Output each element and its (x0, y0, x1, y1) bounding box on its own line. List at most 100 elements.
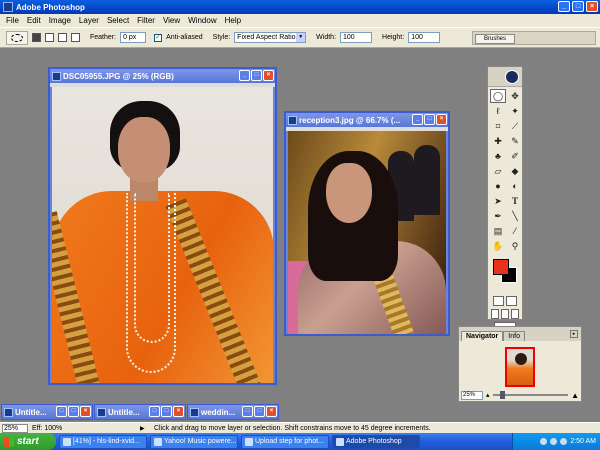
status-menu-arrow-icon[interactable]: ▶ (140, 425, 148, 432)
doc-restore-button[interactable]: □ (56, 406, 67, 417)
antialias-checkbox[interactable]: ✓ (154, 33, 163, 42)
tray-network-icon[interactable] (540, 438, 548, 445)
menu-select[interactable]: Select (103, 16, 133, 25)
quick-mask-mode-icon[interactable] (506, 296, 517, 306)
tray-messenger-icon[interactable] (560, 438, 568, 445)
elliptical-marquee-tool-icon[interactable]: ◯ (490, 89, 506, 103)
subtract-selection-icon[interactable] (58, 33, 67, 42)
zoom-slider[interactable] (492, 391, 569, 399)
windows-flag-icon (4, 436, 14, 447)
tray-clock[interactable]: 2:50 AM (570, 438, 596, 445)
path-selection-tool-icon[interactable]: ➤ (490, 194, 506, 208)
brushes-tab[interactable]: Brushes (475, 34, 515, 44)
zoom-out-icon[interactable]: ▴ (486, 391, 490, 399)
history-brush-tool-icon[interactable]: ✐ (507, 149, 523, 163)
pen-tool-icon[interactable]: ✒ (490, 209, 506, 223)
navigator-zoom-input[interactable]: 25% (461, 390, 483, 400)
doc-maximize-button[interactable]: □ (251, 70, 262, 81)
healing-brush-tool-icon[interactable]: ✚ (490, 134, 506, 148)
magic-wand-tool-icon[interactable]: ✦ (507, 104, 523, 118)
hand-tool-icon[interactable]: ✋ (490, 239, 506, 253)
close-button[interactable]: × (586, 1, 598, 12)
document-window-dsc05955[interactable]: DSC05955.JPG @ 25% (RGB) _ □ × (48, 67, 277, 385)
menu-edit[interactable]: Edit (23, 16, 45, 25)
dodge-tool-icon[interactable]: ◐ (507, 179, 523, 193)
minimize-button[interactable]: _ (558, 1, 570, 12)
doc-minimize-button[interactable]: _ (239, 70, 250, 81)
menu-image[interactable]: Image (45, 16, 75, 25)
line-tool-icon[interactable]: ╲ (507, 209, 523, 223)
doc-close-button[interactable]: × (80, 406, 91, 417)
doc-minimize-button[interactable]: _ (412, 114, 423, 125)
document-title-bar[interactable]: DSC05955.JPG @ 25% (RGB) _ □ × (50, 69, 275, 83)
taskbar-item-photoshop[interactable]: Adobe Photoshop (332, 434, 420, 449)
maximize-button[interactable]: □ (572, 1, 584, 12)
photo-canvas-reception[interactable] (288, 131, 446, 334)
tray-volume-icon[interactable] (550, 438, 558, 445)
clone-stamp-tool-icon[interactable]: ♣ (490, 149, 506, 163)
zoom-slider-handle[interactable] (500, 391, 506, 399)
move-tool-icon[interactable]: ✥ (507, 89, 523, 103)
width-input[interactable]: 100 (340, 32, 373, 43)
menu-layer[interactable]: Layer (75, 16, 103, 25)
crop-tool-icon[interactable]: ⌗ (490, 119, 506, 133)
doc-maximize-button[interactable]: □ (161, 406, 172, 417)
eraser-tool-icon[interactable]: ▱ (490, 164, 506, 178)
doc-restore-button[interactable]: □ (242, 406, 253, 417)
lasso-tool-icon[interactable]: ℓ (490, 104, 506, 118)
photoshop-eye-icon[interactable] (505, 70, 519, 84)
zoom-tool-icon[interactable]: ⚲ (507, 239, 523, 253)
doc-close-button[interactable]: × (266, 406, 277, 417)
tab-navigator[interactable]: Navigator (461, 331, 504, 341)
doc-close-button[interactable]: × (263, 70, 274, 81)
doc-close-button[interactable]: × (173, 406, 184, 417)
start-button[interactable]: start (0, 433, 56, 450)
photo-canvas-woman-orange-saree[interactable] (52, 87, 273, 383)
menu-help[interactable]: Help (221, 16, 245, 25)
add-selection-icon[interactable] (45, 33, 54, 42)
new-selection-icon[interactable] (32, 33, 41, 42)
minimized-window-untitled-2[interactable]: Untitle... □ □ × (94, 404, 186, 420)
eyedropper-tool-icon[interactable]: ⁄ (507, 224, 523, 238)
taskbar-item-yahoo-music[interactable]: Yahoo! Music powere... (150, 434, 238, 449)
doc-close-button[interactable]: × (436, 114, 447, 125)
tool-preset-picker[interactable] (6, 30, 28, 45)
menu-filter[interactable]: Filter (133, 16, 159, 25)
taskbar-item-upload[interactable]: Upload step for phot... (241, 434, 329, 449)
menu-file[interactable]: File (2, 16, 23, 25)
standard-screen-mode-icon[interactable] (491, 309, 499, 319)
type-tool-icon[interactable]: T (507, 194, 523, 208)
brush-tool-icon[interactable]: ✎ (507, 134, 523, 148)
doc-maximize-button[interactable]: □ (424, 114, 435, 125)
full-screen-menu-mode-icon[interactable] (501, 309, 509, 319)
palette-menu-icon[interactable]: ▸ (570, 330, 578, 338)
status-zoom-input[interactable]: 25% (2, 423, 28, 433)
menu-window[interactable]: Window (184, 16, 220, 25)
height-input[interactable]: 100 (408, 32, 441, 43)
doc-restore-button[interactable]: □ (149, 406, 160, 417)
standard-mode-icon[interactable] (493, 296, 504, 306)
toolbox-header[interactable] (488, 67, 522, 87)
menu-view[interactable]: View (159, 16, 184, 25)
feather-input[interactable]: 0 px (120, 32, 147, 43)
style-select[interactable]: Fixed Aspect Ratio ▼ (234, 32, 307, 43)
notes-tool-icon[interactable]: ▤ (490, 224, 506, 238)
foreground-color-swatch[interactable] (493, 259, 509, 275)
document-window-reception3[interactable]: reception3.jpg @ 66.7% (... _ □ × (284, 111, 450, 336)
blur-tool-icon[interactable]: ● (490, 179, 506, 193)
minimized-window-untitled-1[interactable]: Untitle... □ □ × (1, 404, 93, 420)
navigator-thumbnail[interactable] (505, 347, 535, 387)
paint-bucket-tool-icon[interactable]: ◆ (507, 164, 523, 178)
minimized-window-wedding[interactable]: weddin... □ □ × (187, 404, 279, 420)
doc-maximize-button[interactable]: □ (68, 406, 79, 417)
full-screen-mode-icon[interactable] (511, 309, 519, 319)
slice-tool-icon[interactable]: ⟋ (507, 119, 523, 133)
intersect-selection-icon[interactable] (71, 33, 80, 42)
face-shape (326, 163, 372, 223)
zoom-in-icon[interactable]: ▲ (571, 391, 579, 400)
document-title-bar[interactable]: reception3.jpg @ 66.7% (... _ □ × (286, 113, 448, 127)
navigator-preview[interactable] (459, 341, 581, 389)
taskbar-item-player[interactable]: [41%] - hls-lind-xvid... (59, 434, 147, 449)
doc-maximize-button[interactable]: □ (254, 406, 265, 417)
tab-info[interactable]: Info (503, 331, 525, 341)
